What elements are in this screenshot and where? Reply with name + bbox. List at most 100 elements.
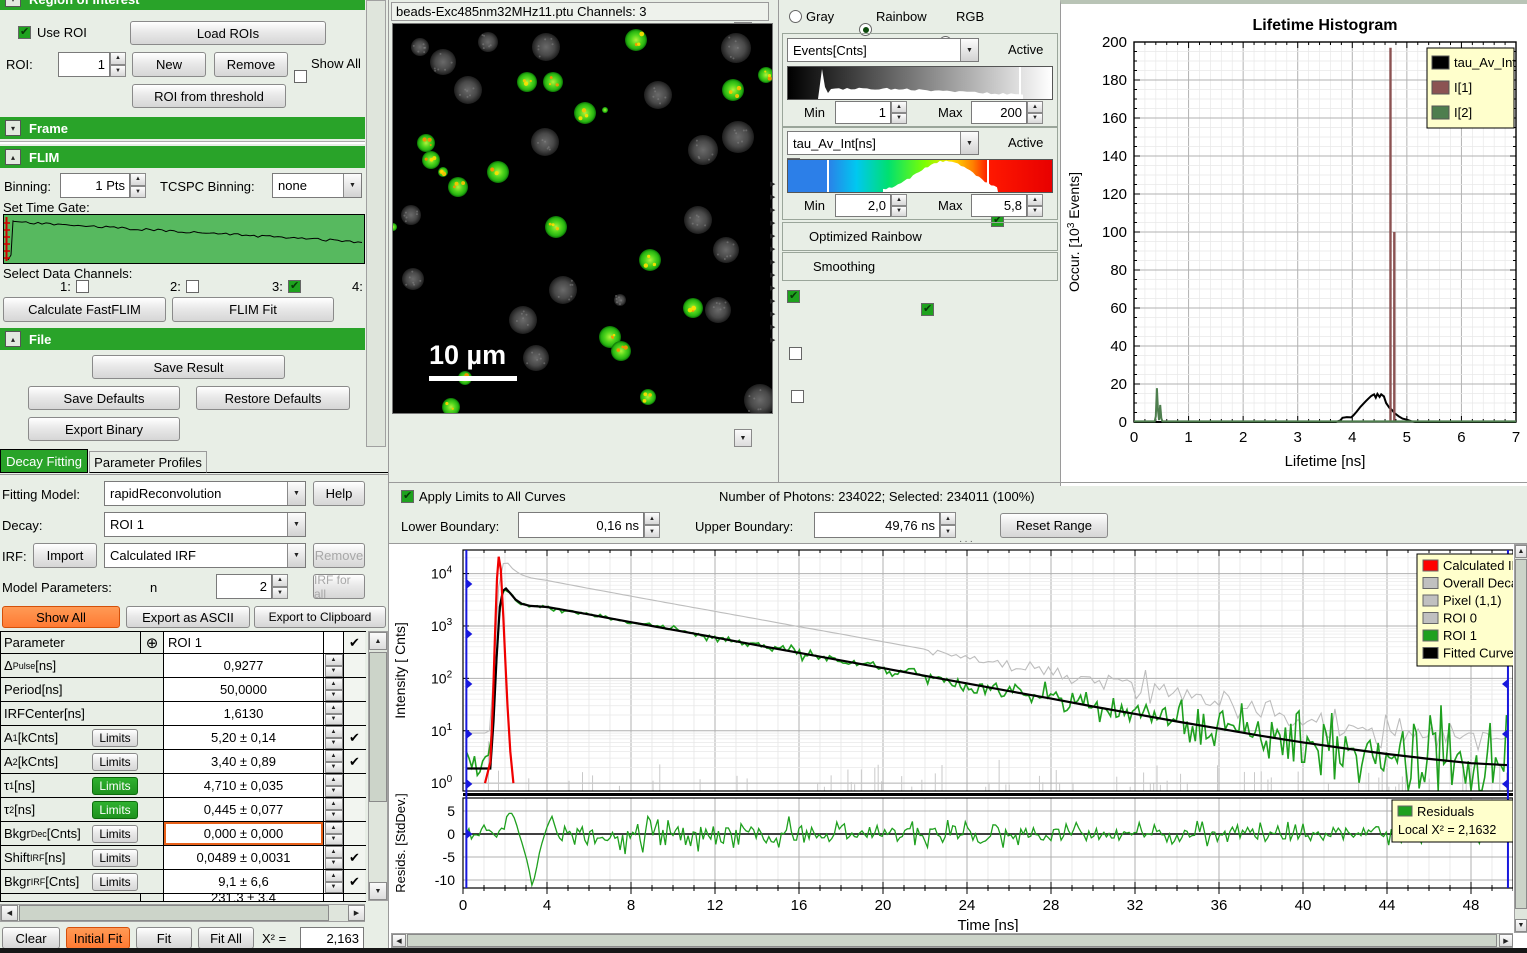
channel-3-checkbox[interactable] xyxy=(288,280,301,293)
tcspc-binning-dropdown[interactable]: none▼ xyxy=(272,173,362,198)
fix-parameter-checkbox[interactable] xyxy=(344,798,365,821)
settings-scrollbar[interactable]: ▲ ▼ xyxy=(366,0,386,447)
scroll-left-icon[interactable]: ◀ xyxy=(392,934,406,947)
n-stepper[interactable]: ▲▼ xyxy=(272,574,288,599)
splitter-handle-icon[interactable]: ▶ xyxy=(770,258,775,266)
limits-button[interactable]: Limits xyxy=(92,777,138,795)
tab-decay-fitting[interactable]: Decay Fitting xyxy=(0,449,88,473)
collapse-icon[interactable]: ▾ xyxy=(5,120,21,136)
table-hscrollbar[interactable]: ◀ ▶ xyxy=(0,904,365,922)
splitter-handle-icon[interactable]: ▶ xyxy=(770,232,775,240)
value-stepper[interactable]: ▲▼ xyxy=(324,822,344,845)
decay-dropdown[interactable]: ROI 1▼ xyxy=(104,512,306,537)
flim-fit-button[interactable]: FLIM Fit xyxy=(172,297,334,322)
fit-button[interactable]: Fit xyxy=(136,927,192,949)
lifetime-min-input[interactable]: 2,0 xyxy=(835,194,891,217)
fix-parameter-checkbox[interactable] xyxy=(344,702,365,725)
restore-defaults-button[interactable]: Restore Defaults xyxy=(196,386,350,410)
calculate-fastflim-button[interactable]: Calculate FastFLIM xyxy=(3,297,166,322)
value-stepper[interactable]: ▲▼ xyxy=(324,774,344,797)
help-button[interactable]: Help xyxy=(313,481,365,506)
export-ascii-button[interactable]: Export as ASCII xyxy=(126,606,250,628)
roi-number-input[interactable]: 1 xyxy=(58,52,110,77)
show-all-rois-checkbox[interactable] xyxy=(294,70,307,83)
section-header-roi[interactable]: ▾ Region of Interest xyxy=(0,0,365,10)
fix-parameter-checkbox[interactable] xyxy=(344,774,365,797)
n-input[interactable]: 2 xyxy=(216,574,272,599)
splitter-handle-icon[interactable]: ▶ xyxy=(770,310,775,318)
section-header-file[interactable]: ▴ File xyxy=(0,328,365,350)
gray-mode-radio[interactable] xyxy=(789,10,802,23)
value-stepper[interactable]: ▲▼ xyxy=(324,846,344,869)
splitter-handle-icon[interactable]: ▶ xyxy=(770,219,775,227)
limits-button[interactable]: Limits xyxy=(92,729,138,747)
intensity-max-stepper[interactable]: ▲▼ xyxy=(1027,101,1043,124)
value-stepper[interactable]: ▲▼ xyxy=(324,678,344,701)
parameter-value[interactable]: 3,40 ± 0,89 xyxy=(164,750,324,773)
limits-button[interactable]: Limits xyxy=(92,873,138,891)
scroll-up-icon[interactable]: ▲ xyxy=(1515,545,1527,558)
upper-boundary-stepper[interactable]: ▲▼ xyxy=(940,512,956,538)
lifetime-max-input[interactable]: 5,8 xyxy=(971,194,1027,217)
scroll-thumb[interactable] xyxy=(369,652,387,802)
limits-button[interactable]: Limits xyxy=(92,753,138,771)
lifetime-max-checkbox[interactable] xyxy=(921,303,934,316)
collapse-icon[interactable]: ▾ xyxy=(5,0,21,7)
parameter-value[interactable]: 5,20 ± 0,14 xyxy=(164,726,324,749)
parameter-value[interactable]: 50,0000 xyxy=(164,678,324,701)
section-header-frame[interactable]: ▾ Frame xyxy=(0,117,365,139)
lifetime-histogram-chart[interactable]: Lifetime Histogram01234567Lifetime [ns]0… xyxy=(1061,4,1527,482)
fix-parameter-checkbox[interactable]: ✔ xyxy=(344,846,365,869)
value-stepper[interactable]: ▲▼ xyxy=(324,750,344,773)
scroll-thumb[interactable] xyxy=(407,934,1497,947)
value-stepper[interactable]: ▲▼ xyxy=(324,726,344,749)
parameter-value[interactable]: 0,445 ± 0,077 xyxy=(164,798,324,821)
fit-all-button[interactable]: Fit All xyxy=(198,927,254,949)
reset-range-button[interactable]: Reset Range xyxy=(1000,513,1108,538)
splitter-handle-icon[interactable]: ▶ xyxy=(770,323,775,331)
value-stepper[interactable]: ▲▼ xyxy=(324,702,344,725)
scroll-thumb[interactable] xyxy=(19,905,329,921)
parameter-value[interactable]: 9,1 ± 6,6 xyxy=(164,870,324,893)
intensity-min-input[interactable]: 1 xyxy=(835,101,891,124)
intensity-max-input[interactable]: 200 xyxy=(971,101,1027,124)
decay-hscrollbar[interactable]: ◀ ▶ xyxy=(391,933,1513,948)
scroll-down-icon[interactable]: ▼ xyxy=(1515,919,1527,932)
lower-boundary-stepper[interactable]: ▲▼ xyxy=(644,512,660,538)
scroll-down-icon[interactable]: ▼ xyxy=(369,882,387,900)
parameter-value[interactable]: 0,000 ± 0,000 xyxy=(164,822,324,845)
use-roi-checkbox[interactable] xyxy=(18,26,31,39)
panel-splitter[interactable]: ▶▶▶▶▶▶▶▶▶▶▶▶▶ xyxy=(770,0,778,482)
roi-number-stepper[interactable]: ▲▼ xyxy=(110,52,126,77)
scroll-right-icon[interactable]: ▶ xyxy=(1499,934,1513,947)
save-defaults-button[interactable]: Save Defaults xyxy=(28,386,180,410)
parameter-value[interactable]: 0,0489 ± 0,0031 xyxy=(164,846,324,869)
lifetime-channel-dropdown[interactable]: tau_Av_Int[ns]▼ xyxy=(787,131,979,155)
splitter-handle-icon[interactable]: ▶ xyxy=(770,271,775,279)
binning-input[interactable]: 1 Pts xyxy=(60,173,130,198)
binning-stepper[interactable]: ▲▼ xyxy=(130,173,146,198)
tab-parameter-profiles[interactable]: Parameter Profiles xyxy=(89,451,207,473)
fix-parameter-checkbox[interactable]: ✔ xyxy=(344,870,365,893)
fitting-model-dropdown[interactable]: rapidReconvolution▼ xyxy=(104,481,306,506)
apply-limits-checkbox[interactable] xyxy=(401,490,414,503)
roi-from-threshold-button[interactable]: ROI from threshold xyxy=(132,84,286,108)
limits-button[interactable]: Limits xyxy=(92,801,138,819)
parameter-value[interactable]: 1,6130 xyxy=(164,702,324,725)
splitter-handle-icon[interactable]: ▶ xyxy=(770,245,775,253)
decay-chart[interactable]: 04812162024283236404448Time [ns]10010110… xyxy=(389,544,1513,932)
flim-image[interactable]: 10 µm xyxy=(392,23,773,414)
remove-roi-button[interactable]: Remove xyxy=(214,52,288,77)
collapse-icon[interactable]: ▴ xyxy=(5,331,21,347)
irf-dropdown[interactable]: Calculated IRF▼ xyxy=(104,543,306,568)
irf-remove-button[interactable]: Remove xyxy=(313,543,365,568)
table-scrollbar[interactable]: ▲ ▼ xyxy=(368,631,388,901)
splitter-handle-icon[interactable]: ▶ xyxy=(770,193,775,201)
parameter-value[interactable]: 0,9277 xyxy=(164,654,324,677)
scroll-thumb[interactable] xyxy=(1515,559,1527,909)
fix-parameter-checkbox[interactable] xyxy=(344,678,365,701)
fix-parameter-checkbox[interactable] xyxy=(344,822,365,845)
value-stepper[interactable]: ▲▼ xyxy=(324,870,344,893)
scroll-up-icon[interactable]: ▲ xyxy=(369,632,387,650)
time-gate-widget[interactable] xyxy=(3,214,365,264)
